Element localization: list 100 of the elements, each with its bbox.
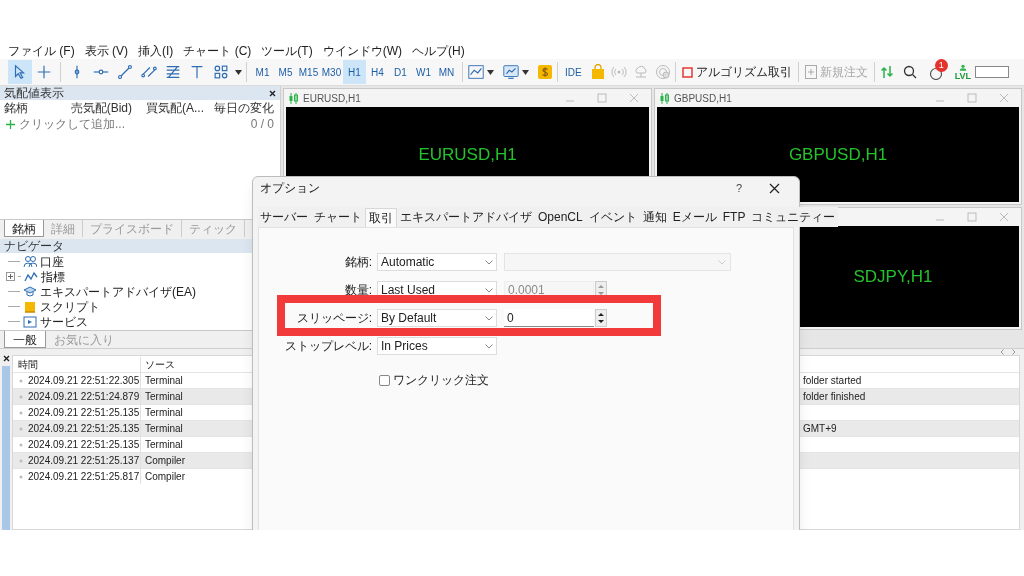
chat-bubble-icon[interactable] xyxy=(928,66,943,80)
timeframe-button[interactable]: MN xyxy=(435,60,458,84)
dropdown[interactable]: Automatic xyxy=(377,253,497,271)
caret-icon[interactable] xyxy=(487,69,494,75)
table-cell-text: GMT+9 xyxy=(802,422,837,436)
table-cell-text: 2024.09.21 22:51:25.135 xyxy=(28,438,140,452)
scroll-right-icon[interactable] xyxy=(1012,349,1016,355)
dropdown[interactable]: In Prices xyxy=(377,337,497,355)
menu-item[interactable]: ウインドウ(W) xyxy=(322,42,402,60)
menu-item[interactable]: ファイル (F) xyxy=(8,42,75,60)
table-cell-text: Terminal xyxy=(144,422,184,436)
timeframe-button[interactable]: M30 xyxy=(320,60,343,84)
script-icon xyxy=(23,299,37,314)
timeframe-button[interactable]: M15 xyxy=(297,60,320,84)
checkbox-label: ワンクリック注文 xyxy=(393,372,489,389)
timeframe-button[interactable]: D1 xyxy=(389,60,412,84)
chevron-down-icon xyxy=(718,259,726,265)
table-cell-text: Terminal xyxy=(144,374,184,388)
navigator-item[interactable]: エキスパートアドバイザ(EA) xyxy=(40,284,196,299)
table-cell-text: Compiler xyxy=(144,454,186,468)
table-cell-text: 2024.09.21 22:51:25.135 xyxy=(28,422,140,436)
expand-icon[interactable] xyxy=(6,272,15,281)
symbol-count: 0 / 0 xyxy=(250,116,274,133)
level-label: LVL xyxy=(954,70,971,81)
scroll-left-icon[interactable] xyxy=(1000,349,1004,355)
add-symbol-link[interactable]: クリックして追加... xyxy=(19,115,125,133)
graduation-cap-icon xyxy=(23,284,37,299)
table-cell-text: 2024.09.21 22:51:25.137 xyxy=(28,454,140,468)
notification-badge: 1 xyxy=(934,59,948,72)
table-cell-text: 2024.09.21 22:51:22.305 xyxy=(28,374,140,388)
timeframe-button[interactable]: H1 xyxy=(343,60,366,84)
level-bar xyxy=(975,66,1009,78)
timeframe-button[interactable]: W1 xyxy=(412,60,435,84)
field-label: 銘柄: xyxy=(343,254,373,271)
panel-tab[interactable]: 銘柄 xyxy=(4,220,44,237)
column-header[interactable]: 時間 xyxy=(13,356,141,372)
menu-item[interactable]: チャート (C) xyxy=(183,42,252,60)
navigator-item[interactable]: サービス xyxy=(40,314,88,329)
spinner-arrows-icon[interactable] xyxy=(595,309,607,327)
close-icon[interactable] xyxy=(769,182,780,194)
navigator-item[interactable]: 指標 xyxy=(41,269,65,284)
chart-symbol-label: EURUSD,H1 xyxy=(418,143,517,166)
chevron-down-icon xyxy=(485,259,493,265)
table-cell-text: folder finished xyxy=(802,390,866,404)
panel-title: 気配値表示 xyxy=(4,86,64,100)
number-field[interactable]: 0 xyxy=(504,309,594,327)
table-cell-text: Terminal xyxy=(144,406,184,420)
field-label: 数量: xyxy=(343,282,373,299)
level-person-icon xyxy=(958,63,967,71)
chevron-down-icon xyxy=(485,287,493,293)
chevron-down-icon xyxy=(485,315,493,321)
table-cell-text: Compiler xyxy=(144,470,186,484)
menu-item[interactable]: ヘルプ(H) xyxy=(412,42,465,60)
menu-item[interactable]: 挿入(I) xyxy=(138,42,174,60)
field-label: スリッページ: xyxy=(295,310,373,327)
buy-sell-arrows-icon[interactable] xyxy=(878,64,895,80)
algo-trading-button[interactable]: アルゴリズム取引 xyxy=(679,63,794,81)
close-icon[interactable] xyxy=(269,89,276,97)
checkbox[interactable] xyxy=(379,374,390,386)
timeframe-button[interactable]: M1 xyxy=(251,60,274,84)
stop-square-icon xyxy=(681,66,693,78)
line-chart-icon[interactable] xyxy=(467,63,485,81)
chart-symbol-label: SDJPY,H1 xyxy=(853,265,933,288)
column-header[interactable]: ソース xyxy=(141,356,253,372)
accounts-icon xyxy=(23,254,37,269)
navigator-item[interactable]: 口座 xyxy=(40,254,64,269)
chart-template-icon[interactable] xyxy=(502,63,520,81)
caret-icon[interactable] xyxy=(522,69,529,75)
panel-tab[interactable]: 一般 xyxy=(4,331,46,348)
ide-button[interactable]: IDE xyxy=(562,64,585,80)
close-icon[interactable] xyxy=(2,355,10,362)
column-header[interactable]: 買気配(A... xyxy=(132,99,204,117)
table-cell-text: folder started xyxy=(802,374,862,388)
menu-item[interactable]: ツール(T) xyxy=(261,42,313,60)
column-header[interactable]: 売気配(Bid) xyxy=(60,99,132,117)
search-icon[interactable] xyxy=(902,65,917,79)
caret-icon[interactable] xyxy=(235,69,242,75)
chevron-down-icon xyxy=(485,343,493,349)
chart-symbol-label: GBPUSD,H1 xyxy=(788,143,888,166)
candlestick-icon xyxy=(659,92,670,104)
timeframe-button[interactable]: H4 xyxy=(366,60,389,84)
dollar-icon[interactable] xyxy=(537,64,553,80)
table-cell-text: Terminal xyxy=(144,438,184,452)
column-header[interactable]: 毎日の変化 xyxy=(204,99,274,117)
chart-window-title: EURUSD,H1 xyxy=(303,91,361,106)
dropdown[interactable]: By Default xyxy=(377,309,497,327)
new-order-icon xyxy=(804,65,817,79)
table-cell-text: 2024.09.21 22:51:25.817 xyxy=(28,470,140,484)
help-button[interactable]: ? xyxy=(731,179,747,197)
timeframe-button[interactable]: M5 xyxy=(274,60,297,84)
column-header[interactable]: 銘柄 xyxy=(4,99,60,117)
dialog-tab[interactable]: 取引 xyxy=(365,208,397,227)
table-cell-text: Terminal xyxy=(144,390,184,404)
chart-window-title: GBPUSD,H1 xyxy=(674,91,732,106)
navigator-item[interactable]: スクリプト xyxy=(40,299,100,314)
table-cell-text: 2024.09.21 22:51:24.879 xyxy=(28,390,140,404)
menu-item[interactable]: 表示 (V) xyxy=(84,42,128,60)
panel-title: ナビゲータ xyxy=(4,239,64,253)
service-icon xyxy=(23,314,37,329)
plus-icon xyxy=(6,119,15,129)
